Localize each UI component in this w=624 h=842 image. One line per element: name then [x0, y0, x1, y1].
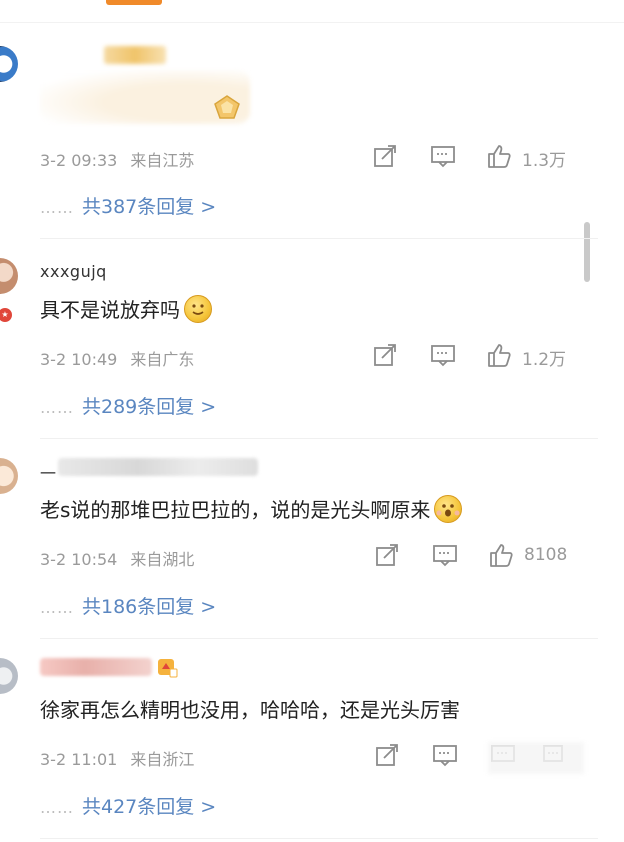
replies-dots: …… [40, 398, 74, 417]
scrollbar[interactable] [584, 222, 590, 282]
replies-label: 共387条回复 > [82, 196, 217, 218]
thumbs-up-icon[interactable] [486, 342, 512, 368]
thumbs-up-icon[interactable] [488, 542, 514, 568]
share-icon[interactable] [374, 742, 400, 768]
comment-actions: 8108 [0, 542, 624, 572]
comment-actions: 1.3万 [0, 143, 624, 173]
comment-text: 老s说的那堆巴拉巴拉的，说的是光头啊原来 [40, 494, 463, 523]
comment-body: 具不是说放弃吗 [40, 298, 180, 322]
like-count: 1.2万 [522, 350, 567, 370]
comment-icon[interactable] [432, 542, 458, 568]
comment-divider [40, 638, 598, 639]
view-replies-link[interactable]: …… 共186条回复 > [40, 592, 216, 619]
replies-dots: …… [40, 198, 74, 217]
blurred-area [488, 742, 584, 774]
comment-icon[interactable] [430, 342, 456, 368]
view-replies-link[interactable]: …… 共387条回复 > [40, 192, 216, 219]
comment-body: 徐家再怎么精明也没用，哈哈哈，还是光头厉害 [40, 698, 460, 722]
comment-text: 具不是说放弃吗 [40, 294, 212, 323]
replies-label: 共289条回复 > [82, 396, 217, 418]
top-divider [0, 22, 624, 23]
comment-actions: 1.2万 [0, 342, 624, 372]
username-badge [104, 46, 166, 64]
like-count: 8108 [524, 545, 568, 565]
blurred-username [40, 658, 152, 676]
share-icon[interactable] [372, 342, 398, 368]
replies-dots: …… [40, 598, 74, 617]
comment-text: 徐家再怎么精明也没用，哈哈哈，还是光头厉害 [40, 694, 460, 723]
comment-icon[interactable] [432, 742, 458, 768]
comment-icon[interactable] [430, 143, 456, 169]
username[interactable]: 一 [40, 460, 57, 484]
like-count: 1.3万 [522, 151, 567, 171]
replies-label: 共427条回复 > [82, 796, 217, 818]
share-icon[interactable] [374, 542, 400, 568]
thumbs-up-icon[interactable] [486, 143, 512, 169]
level-badge-icon [158, 659, 178, 678]
verified-badge-icon: ★ [0, 306, 14, 324]
avatar[interactable] [0, 46, 18, 82]
username[interactable]: xxxgujq [40, 262, 107, 281]
surprised-emoji [434, 495, 463, 523]
avatar[interactable] [0, 258, 18, 294]
replies-label: 共186条回复 > [82, 596, 217, 618]
comment-divider [40, 238, 598, 239]
replies-dots: …… [40, 798, 74, 817]
avatar[interactable] [0, 658, 18, 694]
view-replies-link[interactable]: …… 共427条回复 > [40, 792, 216, 819]
comment-divider [40, 838, 598, 839]
share-icon[interactable] [372, 143, 398, 169]
smile-emoji [184, 295, 212, 323]
active-tab-indicator [106, 0, 162, 5]
comment-body: 老s说的那堆巴拉巴拉的，说的是光头啊原来 [40, 498, 431, 522]
view-replies-link[interactable]: …… 共289条回复 > [40, 392, 216, 419]
avatar[interactable] [0, 458, 18, 494]
gem-icon [214, 95, 240, 119]
blurred-username [58, 458, 258, 476]
comment-divider [40, 438, 598, 439]
